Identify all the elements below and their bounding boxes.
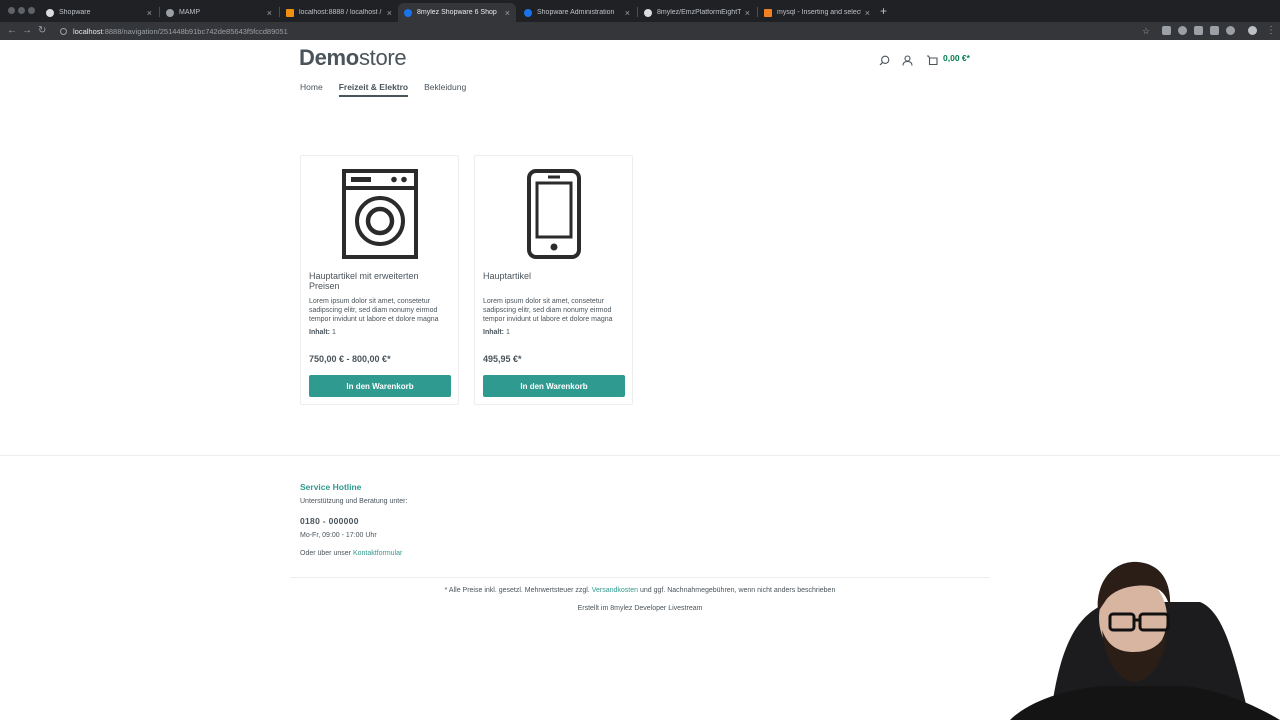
browser-tab[interactable]: mysql - Inserting and selecting ×	[758, 3, 876, 22]
product-name[interactable]: Hauptartikel	[483, 271, 623, 281]
url-path: :8888/navigation/251448b91bc742de85643f5…	[102, 26, 288, 36]
product-price: 750,00 € - 800,00 €*	[309, 354, 391, 364]
browser-toolbar: ← → ↻ localhost:8888/navigation/251448b9…	[0, 22, 1280, 40]
back-icon[interactable]: ←	[7, 25, 17, 37]
unit-label: Inhalt:	[309, 329, 330, 336]
browser-tab-active[interactable]: 8mylez Shopware 6 Shop ×	[398, 3, 516, 22]
unit-label: Inhalt:	[483, 329, 504, 336]
hotline-hours: Mo-Fr, 09:00 - 17:00 Uhr	[300, 532, 377, 539]
support-text: Unterstützung und Beratung unter:	[300, 498, 408, 505]
vat-prefix: * Alle Preise inkl. gesetzl. Mehrwertste…	[444, 587, 590, 594]
tab-title: 8mylez/EmzPlatformEightTheme	[657, 9, 741, 16]
close-icon[interactable]: ×	[745, 8, 750, 18]
phpmyadmin-icon	[286, 8, 294, 17]
shopware-icon	[524, 8, 532, 17]
github-icon	[644, 8, 652, 17]
vat-suffix: und ggf. Nachnahmegebühren, wenn nicht a…	[639, 587, 836, 594]
logo-light-text: store	[358, 45, 407, 70]
footer-divider	[290, 577, 990, 578]
mamp-icon	[166, 8, 174, 17]
product-image[interactable]	[475, 168, 632, 260]
stackoverflow-icon	[764, 8, 772, 17]
address-bar[interactable]: localhost:8888/navigation/251448b91bc742…	[54, 23, 1134, 39]
add-to-cart-button[interactable]: In den Warenkorb	[483, 375, 625, 397]
washing-machine-icon	[341, 169, 418, 259]
account-icon[interactable]	[902, 53, 913, 71]
tab-title: Shopware Administration	[537, 9, 615, 16]
nav-item-home[interactable]: Home	[300, 82, 323, 97]
extension-icon[interactable]	[1210, 26, 1219, 35]
reload-icon[interactable]: ↻	[38, 25, 46, 37]
more-menu-icon[interactable]: ⋮	[1266, 25, 1276, 37]
close-icon[interactable]: ×	[505, 8, 510, 18]
bookmark-star-icon[interactable]: ☆	[1142, 25, 1150, 37]
browser-tab[interactable]: Shopware ×	[40, 3, 158, 22]
window-close-dot[interactable]	[8, 7, 15, 14]
profile-avatar-icon[interactable]	[1248, 26, 1257, 35]
search-icon[interactable]	[879, 53, 890, 71]
close-icon[interactable]: ×	[625, 8, 630, 18]
main-navigation: Home Freizeit & Elektro Bekleidung	[300, 82, 466, 97]
extension-icon[interactable]	[1178, 26, 1187, 35]
url-host: localhost	[73, 26, 103, 36]
contact-form-link[interactable]: Kontaktformular	[353, 550, 402, 557]
unit-value: 1	[331, 329, 336, 336]
nav-item-freizeit-elektro[interactable]: Freizeit & Elektro	[338, 82, 409, 97]
browser-tab[interactable]: localhost:8888 / localhost / sh ×	[280, 3, 398, 22]
extension-icon[interactable]	[1162, 26, 1171, 35]
cart-icon[interactable]	[926, 53, 938, 71]
browser-tab[interactable]: Shopware Administration ×	[518, 3, 636, 22]
shipping-costs-link[interactable]: Versandkosten	[592, 587, 638, 594]
tab-title: MAMP	[179, 9, 200, 16]
tab-title: localhost:8888 / localhost / sh	[299, 9, 383, 16]
close-icon[interactable]: ×	[387, 8, 392, 18]
tab-title: Shopware	[59, 9, 91, 16]
browser-tab[interactable]: 8mylez/EmzPlatformEightTheme ×	[638, 3, 756, 22]
info-icon[interactable]	[60, 27, 67, 35]
product-unit: Inhalt: 1	[309, 329, 336, 336]
new-tab-icon[interactable]: +	[880, 4, 887, 18]
unit-value: 1	[505, 329, 510, 336]
extension-icon[interactable]	[1194, 26, 1203, 35]
shopware-icon	[404, 8, 412, 17]
product-name[interactable]: Hauptartikel mit erweiterten Preisen	[309, 271, 449, 291]
browser-tab-bar: Shopware × MAMP × localhost:8888 / local…	[0, 0, 1280, 22]
product-unit: Inhalt: 1	[483, 329, 510, 336]
product-image[interactable]	[301, 168, 458, 260]
webcam-overlay	[1010, 560, 1280, 720]
browser-tab[interactable]: MAMP ×	[160, 3, 278, 22]
product-description: Lorem ipsum dolor sit amet, consetetur s…	[483, 298, 613, 323]
close-icon[interactable]: ×	[147, 8, 152, 18]
tab-title: 8mylez Shopware 6 Shop	[417, 9, 497, 16]
contact-prefix: Oder über unser	[300, 550, 351, 557]
product-card: Hauptartikel Lorem ipsum dolor sit amet,…	[474, 155, 633, 405]
smartphone-icon	[526, 169, 581, 259]
product-card: Hauptartikel mit erweiterten Preisen Lor…	[300, 155, 459, 405]
close-icon[interactable]: ×	[865, 8, 870, 18]
tab-title: mysql - Inserting and selecting	[777, 9, 861, 16]
close-icon[interactable]: ×	[267, 8, 272, 18]
nav-item-bekleidung[interactable]: Bekleidung	[424, 82, 466, 97]
window-minimize-dot[interactable]	[18, 7, 25, 14]
cart-total[interactable]: 0,00 €*	[943, 53, 970, 63]
product-price: 495,95 €*	[483, 354, 522, 364]
store-logo[interactable]: Demostore	[299, 45, 407, 71]
product-description: Lorem ipsum dolor sit amet, consetetur s…	[309, 298, 439, 323]
service-hotline-title: Service Hotline	[300, 482, 362, 492]
contact-line: Oder über unser Kontaktformular	[300, 550, 402, 557]
add-to-cart-button[interactable]: In den Warenkorb	[309, 375, 451, 397]
logo-bold-text: Demo	[299, 45, 359, 70]
github-icon	[46, 8, 54, 17]
window-maximize-dot[interactable]	[28, 7, 35, 14]
hotline-phone[interactable]: 0180 - 000000	[300, 516, 359, 526]
forward-icon[interactable]: →	[22, 25, 32, 37]
extension-icon[interactable]	[1226, 26, 1235, 35]
